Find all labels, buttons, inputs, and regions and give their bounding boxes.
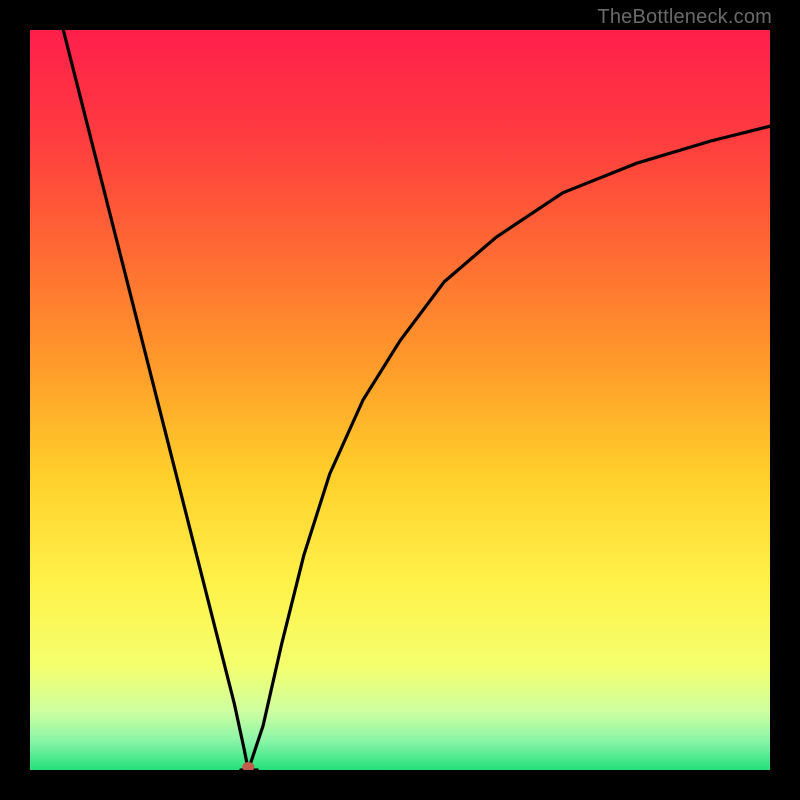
watermark-label: TheBottleneck.com [597, 6, 772, 29]
bottleneck-curve [63, 30, 770, 770]
minimum-marker [242, 762, 254, 770]
chart-frame: TheBottleneck.com [0, 0, 800, 800]
curve-layer [30, 30, 770, 770]
plot-area [30, 30, 770, 770]
